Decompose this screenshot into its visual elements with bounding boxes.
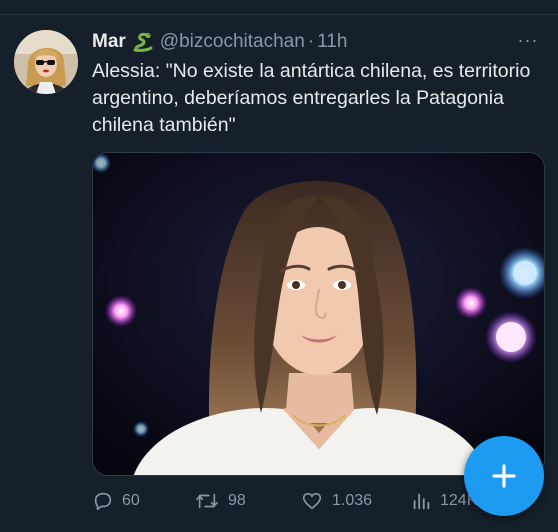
like-button[interactable]: 1.036 [300, 488, 372, 514]
views-chart-icon [413, 493, 430, 510]
like-count: 1.036 [332, 492, 373, 509]
more-options-label: ··· [517, 29, 539, 50]
heart-icon [302, 492, 322, 510]
reply-button[interactable]: 60 [92, 488, 140, 514]
separator-dot: · [307, 31, 315, 52]
reply-count: 60 [122, 492, 140, 509]
tweet-actions: 60 98 1.036 124K [92, 488, 512, 514]
compose-fab-button[interactable] [464, 436, 544, 516]
snake-emoji-icon [132, 31, 154, 53]
retweet-button[interactable]: 98 [194, 488, 246, 514]
author-handle[interactable]: @bizcochitachan [160, 31, 305, 53]
plus-icon [492, 464, 516, 488]
media-illustration [93, 153, 544, 475]
author-name[interactable]: Mar [92, 31, 126, 53]
retweet-count: 98 [228, 492, 246, 509]
tweet[interactable]: Mar @bizcochitachan · 11h ··· Alessia: "… [0, 0, 558, 532]
avatar[interactable] [14, 30, 78, 94]
tweet-timestamp[interactable]: 11h [317, 31, 347, 53]
reply-icon [94, 492, 112, 511]
more-options-button[interactable]: ··· [514, 28, 542, 52]
retweet-icon [196, 493, 218, 509]
tweet-header: Mar @bizcochitachan · 11h [92, 30, 347, 54]
tweet-text: Alessia: "No existe la antártica chilena… [92, 60, 531, 136]
tweet-media-image[interactable] [92, 152, 545, 476]
